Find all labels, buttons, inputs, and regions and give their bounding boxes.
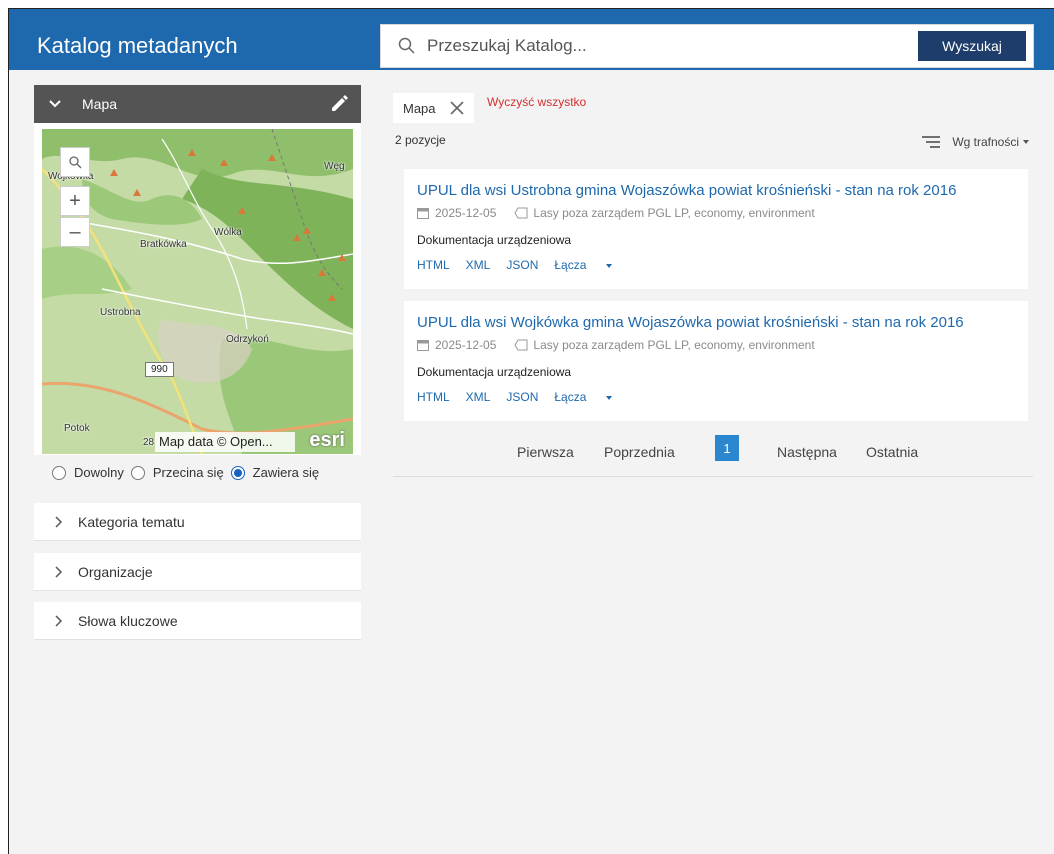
radio-circle-selected[interactable] — [230, 465, 245, 480]
map-label-bratkowka: Bratkówka — [140, 239, 187, 250]
map-view[interactable]: Wojkówka Węg Wólka Bratkówka Ustrobna Od… — [42, 129, 353, 454]
close-icon[interactable] — [449, 101, 464, 115]
xml-link[interactable]: XML — [466, 258, 491, 272]
esri-logo: esri — [309, 429, 345, 451]
map-label-weg: Węg — [324, 161, 345, 172]
chevron-right-icon — [55, 615, 63, 627]
result-title-link[interactable]: UPUL dla wsi Wojkówka gmina Wojaszówka p… — [417, 314, 964, 331]
radio-label: Zawiera się — [252, 465, 320, 480]
result-title-link[interactable]: UPUL dla wsi Ustrobna gmina Wojaszówka p… — [417, 182, 956, 199]
active-filter-chip: Mapa — [393, 93, 474, 123]
clear-all-filters-link[interactable]: Wyczyść wszystko — [487, 95, 586, 109]
result-meta: 2025-12-05 Lasy poza zarządem PGL LP, ec… — [417, 206, 815, 220]
zoom-in-button[interactable]: + — [60, 186, 90, 216]
chevron-down-icon — [49, 100, 61, 108]
facet-organizacje[interactable]: Organizacje — [34, 553, 361, 591]
search-box: Wyszukaj — [380, 24, 1034, 68]
map-label-ustrobna: Ustrobna — [100, 307, 141, 318]
result-card: UPUL dla wsi Wojkówka gmina Wojaszówka p… — [404, 301, 1028, 421]
html-link[interactable]: HTML — [417, 258, 450, 272]
result-date: 2025-12-05 — [435, 206, 497, 220]
links-dropdown-label: Łącza — [554, 390, 587, 404]
radio-dowolny[interactable]: Dowolny — [52, 465, 124, 480]
search-icon — [398, 37, 415, 54]
facet-slowa-kluczowe[interactable]: Słowa kluczowe — [34, 602, 361, 640]
chevron-right-icon — [55, 516, 63, 528]
search-input[interactable] — [427, 27, 897, 65]
calendar-icon — [417, 340, 429, 351]
caret-down-icon — [606, 263, 613, 268]
map-panel-header[interactable]: Mapa — [34, 85, 361, 123]
facet-label: Słowa kluczowe — [78, 613, 178, 629]
radio-zawiera-sie[interactable]: Zawiera się — [230, 465, 320, 480]
radio-przecina-sie[interactable]: Przecina się — [130, 465, 224, 480]
facet-label: Organizacje — [78, 564, 153, 580]
page-prev[interactable]: Poprzednia — [604, 444, 675, 460]
map-label-odrzykon: Odrzykoń — [226, 334, 269, 345]
radio-label: Dowolny — [74, 465, 124, 480]
json-link[interactable]: JSON — [506, 390, 538, 404]
result-links: HTML XML JSON Łącza — [417, 258, 644, 272]
facet-kategoria-tematu[interactable]: Kategoria tematu — [34, 503, 361, 541]
sort-label: Wg trafności — [952, 135, 1019, 149]
page-last[interactable]: Ostatnia — [866, 444, 918, 460]
result-date: 2025-12-05 — [435, 338, 497, 352]
xml-link[interactable]: XML — [466, 390, 491, 404]
result-tags: Lasy poza zarządem PGL LP, economy, envi… — [533, 338, 815, 352]
radio-circle[interactable] — [52, 465, 66, 480]
pagination: Pierwsza Poprzednia 1 Następna Ostatnia — [393, 429, 1033, 477]
result-tags: Lasy poza zarządem PGL LP, economy, envi… — [533, 206, 815, 220]
tag-icon — [514, 207, 528, 219]
map-search-button[interactable] — [60, 147, 90, 177]
radio-circle[interactable] — [130, 465, 145, 480]
result-card: UPUL dla wsi Ustrobna gmina Wojaszówka p… — [404, 169, 1028, 289]
page-next[interactable]: Następna — [777, 444, 837, 460]
chevron-right-icon — [55, 566, 63, 578]
result-links: HTML XML JSON Łącza — [417, 390, 644, 404]
calendar-icon — [417, 208, 429, 219]
sort-icon — [922, 136, 941, 148]
map-attribution[interactable]: Map data © Open... — [155, 432, 295, 452]
edit-pencil-icon[interactable] — [329, 94, 349, 114]
caret-down-icon — [606, 395, 613, 400]
filter-chip-label: Mapa — [403, 100, 436, 116]
sidebar: Mapa Węg Wólka Bratkówka Ustrobna Odrzyk… — [34, 85, 361, 480]
result-type: Dokumentacja urządzeniowa — [417, 365, 572, 379]
map-label-potok: Potok — [64, 423, 90, 434]
radio-label: Przecina się — [152, 465, 224, 480]
zoom-out-button[interactable]: – — [60, 217, 90, 247]
map-label-wolka: Wólka — [214, 227, 242, 238]
caret-down-icon — [1023, 140, 1029, 144]
search-icon — [69, 156, 82, 169]
header: Katalog metadanych Wyszukaj — [9, 9, 1054, 70]
links-dropdown[interactable]: Łącza — [554, 258, 628, 272]
app-title[interactable]: Katalog metadanych — [37, 33, 238, 59]
links-dropdown-label: Łącza — [554, 258, 587, 272]
page-current[interactable]: 1 — [715, 435, 739, 461]
map-panel-title: Mapa — [82, 96, 118, 112]
result-count: 2 pozycje — [395, 133, 446, 147]
links-dropdown[interactable]: Łącza — [554, 390, 628, 404]
tag-icon — [514, 339, 528, 351]
html-link[interactable]: HTML — [417, 390, 450, 404]
map-panel-body: Wojkówka Węg Wólka Bratkówka Ustrobna Od… — [34, 123, 361, 455]
sort-dropdown[interactable]: Wg trafności — [922, 135, 1029, 149]
app-frame: Katalog metadanych Wyszukaj Mapa — [8, 8, 1054, 854]
result-type: Dokumentacja urządzeniowa — [417, 233, 572, 247]
json-link[interactable]: JSON — [506, 258, 538, 272]
spatial-filter-options: Dowolny Przecina się Zawiera się — [52, 465, 326, 480]
road-number-28: 28 — [143, 437, 155, 448]
page-first[interactable]: Pierwsza — [517, 444, 574, 460]
result-meta: 2025-12-05 Lasy poza zarządem PGL LP, ec… — [417, 338, 815, 352]
search-button[interactable]: Wyszukaj — [918, 31, 1026, 61]
facet-label: Kategoria tematu — [78, 514, 185, 530]
road-number-badge: 990 — [145, 362, 174, 377]
